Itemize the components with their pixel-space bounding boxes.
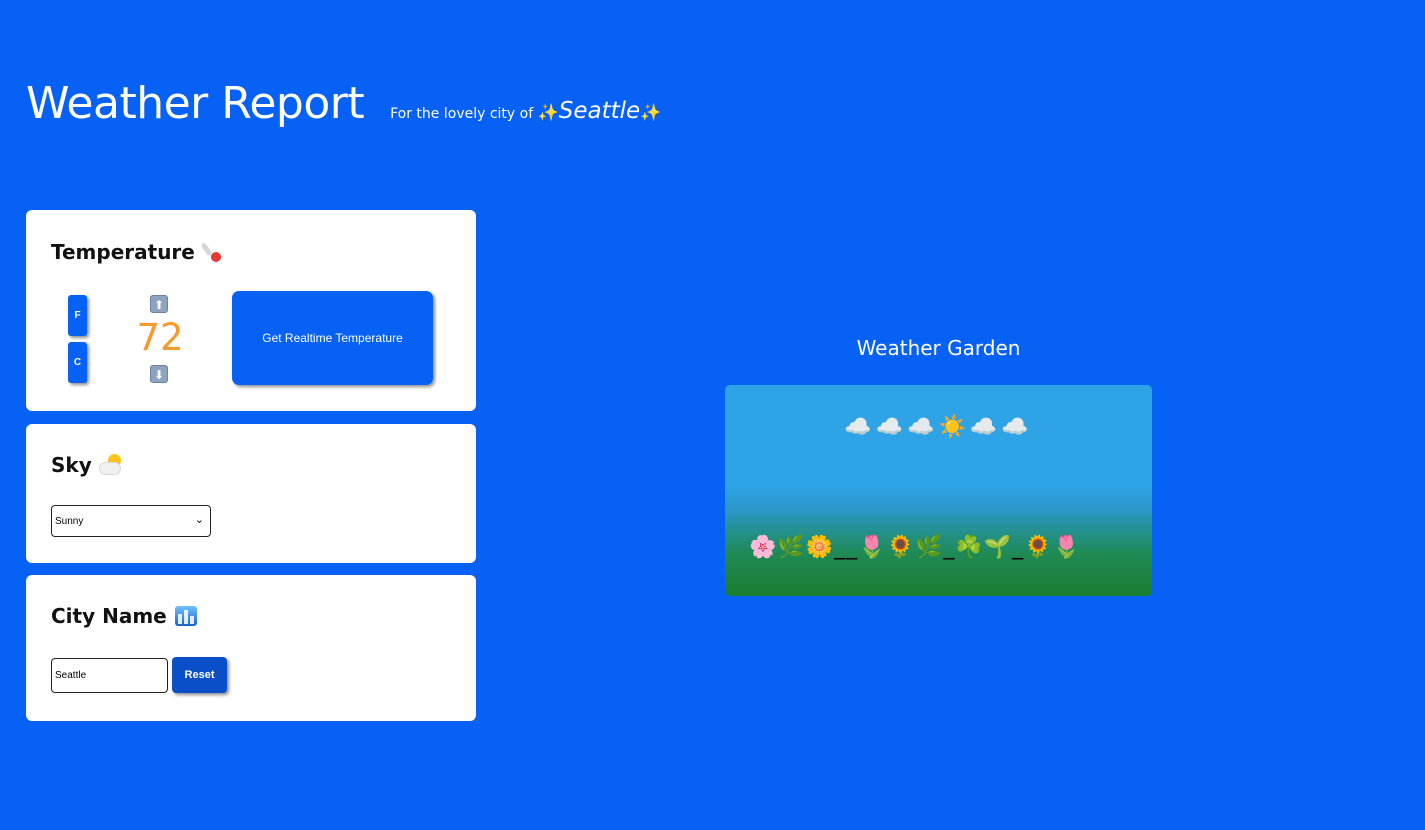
garden-ground-emojis: 🌸🌿🌼__🌷🌻🌿_☘️🌱_🌻🌷 <box>749 535 1081 560</box>
sky-card: Sky Sunny ⌄ <box>26 424 476 563</box>
sky-title-text: Sky <box>51 453 92 477</box>
sun-behind-cloud-icon <box>99 454 124 476</box>
header-city-name: Seattle <box>558 98 641 124</box>
page-title: Weather Report <box>26 78 365 129</box>
sparkle-icon: ✨ <box>537 103 559 123</box>
weather-garden-title: Weather Garden <box>856 336 1021 360</box>
temperature-title-text: Temperature <box>51 240 195 264</box>
chevron-down-icon: ⌄ <box>194 514 204 526</box>
weather-report-page: Weather Report For the lovely city of ✨S… <box>0 0 1425 830</box>
thermometer-icon <box>200 241 221 263</box>
reset-button[interactable]: Reset <box>172 657 227 693</box>
sky-select-value: Sunny <box>55 516 84 527</box>
city-title-text: City Name <box>51 604 167 628</box>
temperature-card: Temperature F C ⬆ 72 ⬇ Get Realtime Temp… <box>26 210 476 411</box>
celsius-button[interactable]: C <box>68 342 87 383</box>
increase-temperature-arrow-icon[interactable]: ⬆ <box>150 295 168 313</box>
sparkle-icon: ✨ <box>640 103 662 123</box>
city-name-input[interactable]: Seattle <box>51 658 168 693</box>
weather-garden: ☁️☁️☁️☀️☁️☁️ 🌸🌿🌼__🌷🌻🌿_☘️🌱_🌻🌷 <box>725 385 1152 596</box>
city-card-title: City Name <box>51 604 197 628</box>
subtitle-prefix: For the lovely city of <box>390 106 534 122</box>
city-name-card: City Name Seattle Reset <box>26 575 476 721</box>
cityscape-icon <box>174 606 197 626</box>
header: Weather Report For the lovely city of ✨S… <box>26 78 661 129</box>
get-realtime-temperature-button[interactable]: Get Realtime Temperature <box>232 291 433 385</box>
garden-sky-emojis: ☁️☁️☁️☀️☁️☁️ <box>844 415 1033 440</box>
fahrenheit-button[interactable]: F <box>68 295 87 336</box>
temperature-value: 72 <box>136 316 184 359</box>
sky-select[interactable]: Sunny ⌄ <box>51 505 211 537</box>
sky-card-title: Sky <box>51 453 124 477</box>
temperature-card-title: Temperature <box>51 240 221 264</box>
subtitle: For the lovely city of ✨Seattle✨ <box>390 98 661 124</box>
decrease-temperature-arrow-icon[interactable]: ⬇ <box>150 365 168 383</box>
